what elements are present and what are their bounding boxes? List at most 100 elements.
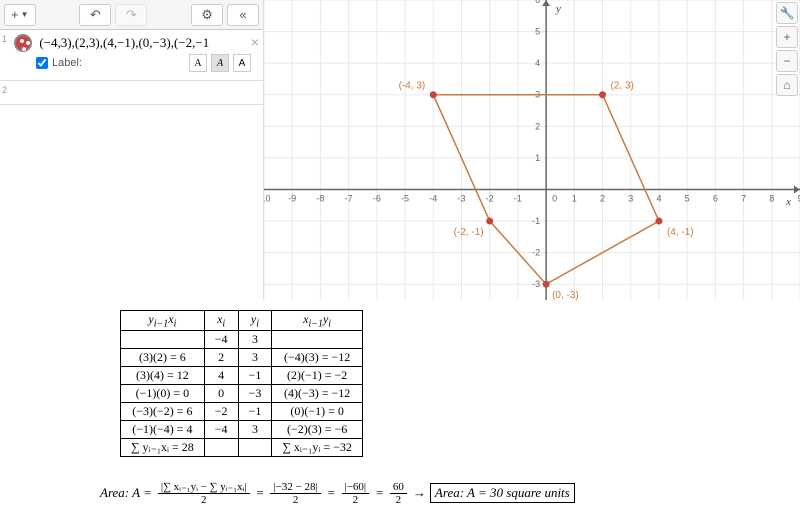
- svg-text:2: 2: [535, 121, 540, 131]
- svg-text:-10: -10: [264, 193, 271, 203]
- table-cell: 3: [238, 349, 272, 367]
- svg-text:5: 5: [685, 193, 690, 203]
- expression-index: 1: [2, 34, 7, 44]
- undo-icon: ↶: [90, 7, 101, 23]
- shoelace-table: yi−1xi xi yi xi−1yi −43(3)(2) = 623(−4)(…: [120, 310, 363, 457]
- svg-text:1: 1: [572, 193, 577, 203]
- label-checkbox[interactable]: [36, 57, 48, 69]
- graph-tools: 🔧 + − ⌂: [776, 2, 798, 96]
- svg-text:-2: -2: [486, 193, 494, 203]
- svg-text:-3: -3: [457, 193, 465, 203]
- table-cell: −4: [204, 421, 238, 439]
- svg-text:2: 2: [600, 193, 605, 203]
- coordinate-graph[interactable]: -10-9-8-7-6-5-4-3-2-1123456789-3-2-11234…: [264, 0, 800, 300]
- eq-3: =: [375, 485, 384, 501]
- table-cell: [272, 331, 363, 349]
- table-header-col1: yi−1xi: [121, 311, 205, 331]
- add-expression-button[interactable]: +▼: [4, 4, 36, 26]
- table-cell: (−1)(−4) = 4: [121, 421, 205, 439]
- table-row: (−1)(−4) = 4−43(−2)(3) = −6: [121, 421, 363, 439]
- sum-left-cell: ∑ yᵢ₋₁xᵢ = 28: [121, 439, 205, 457]
- table-row: (3)(2) = 623(−4)(3) = −12: [121, 349, 363, 367]
- svg-text:-2: -2: [532, 248, 540, 258]
- settings-button[interactable]: ⚙: [191, 4, 223, 26]
- redo-icon: ↷: [126, 7, 137, 23]
- svg-text:6: 6: [713, 193, 718, 203]
- arrow: →: [413, 485, 426, 501]
- font-sans-button[interactable]: A: [233, 54, 251, 72]
- undo-button[interactable]: ↶: [79, 4, 111, 26]
- label-options-row: Label: A A A: [6, 52, 257, 76]
- svg-text:-4: -4: [429, 193, 437, 203]
- points-icon[interactable]: [14, 34, 32, 52]
- svg-text:0: 0: [552, 193, 557, 203]
- svg-text:3: 3: [628, 193, 633, 203]
- expression-row-1[interactable]: 1 (−4,3),(2,3),(4,−1),(0,−3),(−2,−1 × La…: [0, 30, 263, 81]
- font-italic-button[interactable]: A: [211, 54, 229, 72]
- svg-text:-9: -9: [288, 193, 296, 203]
- table-row: −43: [121, 331, 363, 349]
- y-axis-label: y: [555, 3, 561, 15]
- table-row: (−1)(0) = 00−3(4)(−3) = −12: [121, 385, 363, 403]
- zoom-in-button[interactable]: +: [776, 26, 798, 48]
- frac-2: |−32 − 28|2: [270, 481, 320, 506]
- svg-text:7: 7: [741, 193, 746, 203]
- frac-4: 602: [390, 481, 407, 506]
- expression-toolbar: +▼ ↶ ↷ ⚙ «: [0, 0, 263, 30]
- font-serif-button[interactable]: A: [189, 54, 207, 72]
- collapse-button[interactable]: «: [227, 4, 259, 26]
- graph-settings-button[interactable]: 🔧: [776, 2, 798, 24]
- formula-result: Area: A = 30 square units: [430, 483, 575, 503]
- area-formula: Area: A = |∑ xᵢ₋₁yᵢ − ∑ yᵢ₋₁xᵢ|2 = |−32 …: [100, 480, 575, 506]
- eq-2: =: [327, 485, 336, 501]
- table-header-col3: yi: [238, 311, 272, 331]
- collapse-icon: «: [239, 7, 246, 22]
- expression-text[interactable]: (−4,3),(2,3),(4,−1),(0,−3),(−2,−1: [39, 35, 209, 50]
- table-cell: (−4)(3) = −12: [272, 349, 363, 367]
- zoom-out-button[interactable]: −: [776, 50, 798, 72]
- table-cell: (−1)(0) = 0: [121, 385, 205, 403]
- table-cell: (2)(−1) = −2: [272, 367, 363, 385]
- sum-y-cell: [238, 439, 272, 457]
- table-cell: −4: [204, 331, 238, 349]
- eq-1: =: [256, 485, 265, 501]
- plus-icon: +: [783, 30, 790, 44]
- table-cell: 2: [204, 349, 238, 367]
- svg-text:(2, 3): (2, 3): [611, 81, 634, 92]
- svg-text:5: 5: [535, 27, 540, 37]
- table-cell: −1: [238, 403, 272, 421]
- svg-text:-1: -1: [532, 216, 540, 226]
- table-cell: (−3)(−2) = 6: [121, 403, 205, 421]
- table-cell: (0)(−1) = 0: [272, 403, 363, 421]
- svg-text:6: 6: [535, 0, 540, 5]
- table-cell: 3: [238, 421, 272, 439]
- close-icon[interactable]: ×: [251, 34, 259, 50]
- formula-lhs: Area: A =: [100, 485, 152, 501]
- expression-panel: +▼ ↶ ↷ ⚙ « 1 (−4,3),(2,3),(4,−1),(0,−3),…: [0, 0, 264, 300]
- chevron-down-icon: ▼: [21, 10, 29, 19]
- table-cell: (4)(−3) = −12: [272, 385, 363, 403]
- svg-text:-8: -8: [316, 193, 324, 203]
- table-header-col4: xi−1yi: [272, 311, 363, 331]
- table-cell: 0: [204, 385, 238, 403]
- minus-icon: −: [783, 54, 790, 68]
- table-cell: (−2)(3) = −6: [272, 421, 363, 439]
- svg-text:-5: -5: [401, 193, 409, 203]
- table-cell: [121, 331, 205, 349]
- frac-1: |∑ xᵢ₋₁yᵢ − ∑ yᵢ₋₁xᵢ|2: [158, 480, 250, 506]
- svg-text:(0, -3): (0, -3): [552, 290, 579, 300]
- svg-text:(-4, 3): (-4, 3): [399, 81, 426, 92]
- svg-text:-1: -1: [514, 193, 522, 203]
- table-row: (−3)(−2) = 6−2−1(0)(−1) = 0: [121, 403, 363, 421]
- table-cell: −3: [238, 385, 272, 403]
- gear-icon: ⚙: [201, 7, 213, 23]
- home-button[interactable]: ⌂: [776, 74, 798, 96]
- graph-panel[interactable]: 🔧 + − ⌂ -10-9-8-7-6-5-4-3-2-1123456789-3…: [264, 0, 800, 300]
- table-header-col2: xi: [204, 311, 238, 331]
- expression-row-2[interactable]: 2: [0, 81, 263, 105]
- table-cell: (3)(2) = 6: [121, 349, 205, 367]
- redo-button[interactable]: ↷: [115, 4, 147, 26]
- x-axis-label: x: [785, 196, 791, 208]
- sum-right-cell: ∑ xᵢ₋₁yᵢ = −32: [272, 439, 363, 457]
- svg-text:-6: -6: [373, 193, 381, 203]
